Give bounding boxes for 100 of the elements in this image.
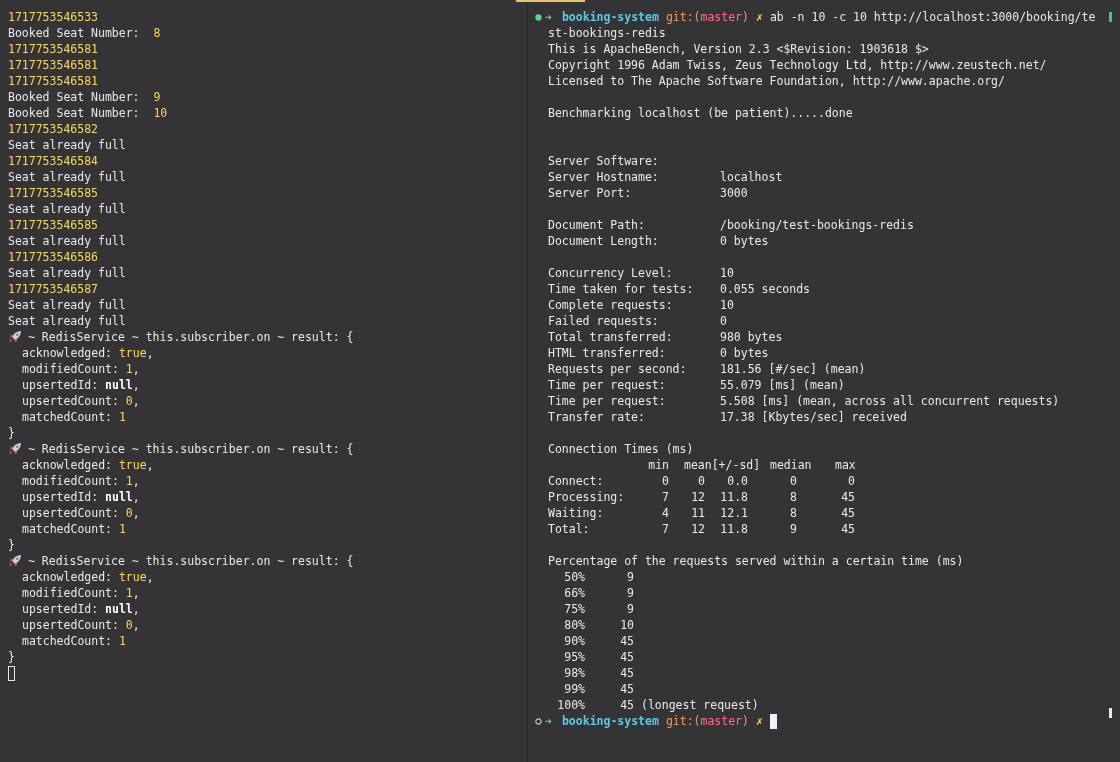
log-line: acknowledged: true,	[21, 457, 154, 473]
log-line: upsertedId: null,	[21, 601, 140, 617]
table-cell-text: 45	[840, 489, 855, 505]
field-value: 0	[720, 313, 728, 329]
percentile-time: 45	[619, 681, 634, 697]
log-line: Seat already full	[8, 265, 126, 281]
percentile-time: 45	[619, 665, 634, 681]
log-line: 1717753546586	[8, 249, 98, 265]
log-line: Seat already full	[8, 313, 126, 329]
table-cell-text: 9	[789, 521, 797, 537]
output-line: Copyright 1996 Adam Twiss, Zeus Technology Ltd, http://www.zeustech.net/	[548, 57, 1047, 73]
output-line: st-bookings-redis	[548, 25, 666, 41]
log-line: 1717753546581	[8, 73, 98, 89]
row-label: Connect:	[548, 473, 605, 489]
log-line: Seat already full	[8, 297, 126, 313]
percentile-label: 66%	[563, 585, 585, 601]
output-line: Benchmarking localhost (be patient).....done	[548, 105, 853, 121]
field-label: Server Hostname:	[548, 169, 660, 185]
field-label: HTML transferred:	[548, 345, 667, 361]
row-label: Processing:	[548, 489, 626, 505]
log-line: Booked Seat Number: 10	[8, 105, 168, 121]
field-value: 0 bytes	[720, 233, 770, 249]
table-cell-text: 45	[840, 505, 855, 521]
log-line: ~ RedisService ~ this.subscriber.on ~ result: {	[28, 441, 354, 457]
log-line: acknowledged: true,	[21, 345, 154, 361]
log-line: Seat already full	[8, 169, 126, 185]
log-line: 1717753546585	[8, 185, 98, 201]
percentile-note: (longest request)	[641, 697, 760, 713]
percentile-label: 75%	[563, 601, 585, 617]
percentile-time: 45	[619, 697, 634, 713]
percentile-label: 100%	[556, 697, 585, 713]
log-line: matchedCount: 1	[21, 521, 126, 537]
command-text: ab -n 10 -c 10 http://localhost:3000/booking/te	[769, 9, 1096, 25]
log-line: ~ RedisService ~ this.subscriber.on ~ result: {	[28, 553, 354, 569]
field-label: Server Software:	[548, 153, 660, 169]
scroll-marker	[1109, 708, 1112, 718]
log-line: upsertedId: null,	[21, 489, 140, 505]
log-line: modifiedCount: 1,	[21, 473, 140, 489]
git-branch: git:(master)	[665, 9, 749, 25]
table-cell-text: 12	[690, 489, 705, 505]
git-branch: git:(master)	[665, 713, 749, 729]
prompt-arrow: ➜	[545, 713, 552, 729]
table-cell-text: 0	[847, 473, 855, 489]
table-cell-text: 7	[661, 521, 669, 537]
directory-name: booking-system	[561, 9, 659, 25]
field-value: 17.38 [Kbytes/sec] received	[720, 409, 908, 425]
field-value: 0 bytes	[720, 345, 770, 361]
scroll-marker	[1109, 12, 1112, 22]
column-header: mean[+/-sd]	[684, 457, 761, 473]
field-value: 980 bytes	[720, 329, 784, 345]
log-line: modifiedCount: 1,	[21, 585, 140, 601]
table-cell-text: 0.0	[726, 473, 748, 489]
log-line: acknowledged: true,	[21, 569, 154, 585]
log-line: 1717753546533	[8, 9, 98, 25]
field-label: Document Length:	[548, 233, 660, 249]
column-header: min	[648, 457, 669, 473]
row-label: Total:	[548, 521, 591, 537]
dirty-mark: ✗	[756, 9, 763, 25]
field-value: 10	[720, 265, 735, 281]
field-label: Server Port:	[548, 185, 633, 201]
table-cell-text: 0	[661, 473, 669, 489]
table-cell-text: 8	[789, 489, 797, 505]
table-cell-text: 12.1	[719, 505, 748, 521]
table-cell-text: 7	[661, 489, 669, 505]
dirty-mark: ✗	[756, 713, 763, 729]
log-line: 1717753546581	[8, 57, 98, 73]
percentile-time: 9	[626, 601, 634, 617]
percentile-time: 45	[619, 649, 634, 665]
percentile-label: 80%	[563, 617, 585, 633]
log-line: matchedCount: 1	[21, 633, 126, 649]
table-cell-text: 11	[690, 505, 705, 521]
field-label: Complete requests:	[548, 297, 674, 313]
field-value: 0.055 seconds	[720, 281, 811, 297]
log-line: Booked Seat Number: 9	[8, 89, 161, 105]
log-line: }	[8, 537, 15, 553]
table-cell-text: 45	[840, 521, 855, 537]
log-line: 1717753546581	[8, 41, 98, 57]
field-label: Time per request:	[548, 377, 667, 393]
field-label: Total transferred:	[548, 329, 674, 345]
field-label: Requests per second:	[548, 361, 688, 377]
row-label: Waiting:	[548, 505, 605, 521]
directory-name: booking-system	[561, 713, 659, 729]
percentile-label: 95%	[563, 649, 585, 665]
percentile-label: 90%	[563, 633, 585, 649]
log-line: Seat already full	[8, 233, 126, 249]
table-cell-text: 11.8	[719, 489, 748, 505]
percentile-time: 9	[626, 569, 634, 585]
column-header: median	[770, 457, 812, 473]
log-line: }	[8, 425, 15, 441]
log-line: 1717753546587	[8, 281, 98, 297]
log-line: modifiedCount: 1,	[21, 361, 140, 377]
field-label: Time per request:	[548, 393, 667, 409]
column-header: max	[835, 457, 856, 473]
output-line: Licensed to The Apache Software Foundation, http://www.apache.org/	[548, 73, 1005, 89]
log-line: }	[8, 649, 15, 665]
prompt-arrow: ➜	[545, 9, 552, 25]
active-pane-indicator	[516, 0, 585, 2]
percentile-label: 99%	[563, 681, 585, 697]
field-value: 5.508 [ms] (mean, across all concurrent requests)	[720, 393, 1061, 409]
log-line: matchedCount: 1	[21, 409, 126, 425]
